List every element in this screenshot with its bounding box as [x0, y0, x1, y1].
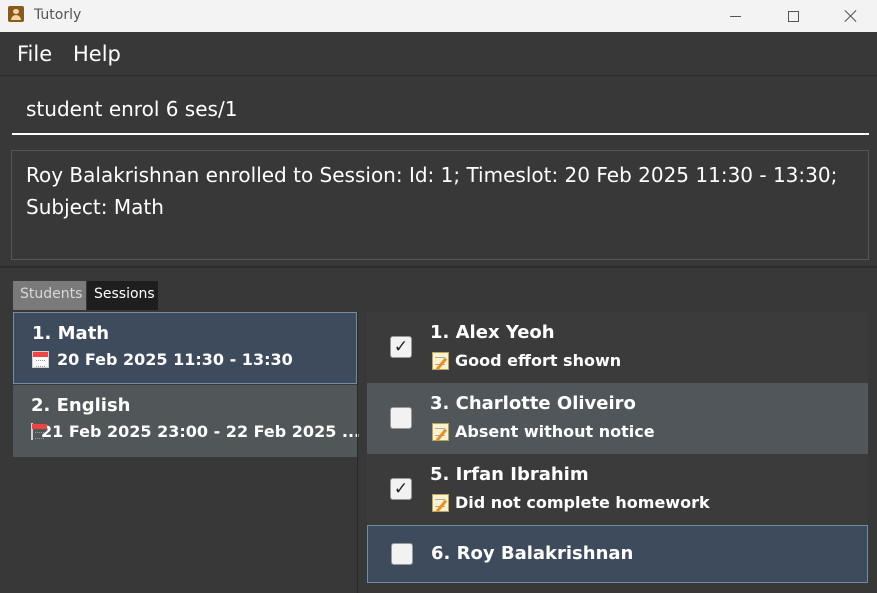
- attendance-note: Absent without notice: [432, 422, 655, 441]
- menu-bar: File Help: [0, 32, 877, 76]
- attendance-note: Did not complete homework: [432, 493, 710, 512]
- panel-separator: [357, 312, 358, 593]
- session-title: 1. Math: [32, 323, 110, 344]
- session-timeslot-text: 21 Feb 2025 23:00 - 22 Feb 2025 ...: [41, 422, 361, 441]
- calendar-icon: [32, 351, 49, 368]
- memo-icon: [432, 351, 449, 370]
- minimize-button[interactable]: [706, 0, 764, 32]
- session-timeslot: 21 Feb 2025 23:00 - 22 Feb 2025 ...: [31, 422, 361, 441]
- attendance-row-charlotte-oliveiro[interactable]: 3. Charlotte Oliveiro Absent without not…: [367, 383, 868, 454]
- window-title: Tutorly: [34, 7, 82, 23]
- minimize-icon: [729, 15, 741, 17]
- menu-help[interactable]: Help: [73, 42, 121, 66]
- command-input[interactable]: [12, 85, 869, 135]
- memo-icon: [432, 493, 449, 512]
- attendance-row-irfan-ibrahim[interactable]: ✓ 5. Irfan Ibrahim Did not complete home…: [367, 454, 868, 525]
- student-name: 5. Irfan Ibrahim: [430, 464, 589, 485]
- attendance-row-alex-yeoh[interactable]: ✓ 1. Alex Yeoh Good effort shown: [367, 312, 868, 383]
- student-name: 1. Alex Yeoh: [430, 322, 555, 343]
- title-bar: Tutorly: [0, 0, 877, 32]
- result-display: Roy Balakrishnan enrolled to Session: Id…: [11, 150, 869, 260]
- menu-file[interactable]: File: [17, 42, 52, 66]
- tab-students[interactable]: Students: [13, 281, 86, 310]
- calendar-icon: [31, 423, 47, 440]
- attendance-checkbox[interactable]: ✓: [390, 478, 412, 500]
- divider: [0, 266, 877, 268]
- attendance-list: ✓ 1. Alex Yeoh Good effort shown 3. Char…: [367, 312, 868, 593]
- maximize-icon: [787, 10, 799, 22]
- attendance-row-roy-balakrishnan[interactable]: 6. Roy Balakrishnan: [367, 525, 868, 583]
- memo-icon: [432, 422, 449, 441]
- student-name: 6. Roy Balakrishnan: [431, 543, 634, 564]
- note-text: Did not complete homework: [455, 493, 710, 512]
- close-button[interactable]: [822, 0, 877, 32]
- session-list: 1. Math 20 Feb 2025 11:30 - 13:30 2. Eng…: [13, 312, 361, 593]
- attendance-checkbox[interactable]: ✓: [390, 336, 412, 358]
- note-text: Absent without notice: [455, 422, 655, 441]
- tab-sessions[interactable]: Sessions: [87, 281, 158, 310]
- attendance-note: Good effort shown: [432, 351, 621, 370]
- session-timeslot: 20 Feb 2025 11:30 - 13:30: [32, 350, 356, 369]
- maximize-button[interactable]: [764, 0, 822, 32]
- command-box: [0, 77, 877, 141]
- note-text: Good effort shown: [455, 351, 622, 370]
- attendance-checkbox[interactable]: [391, 543, 413, 565]
- close-icon: [844, 9, 858, 23]
- session-title: 2. English: [31, 395, 131, 416]
- app-icon: [8, 6, 24, 22]
- student-name: 3. Charlotte Oliveiro: [430, 393, 636, 414]
- attendance-checkbox[interactable]: [390, 407, 412, 429]
- session-card-english[interactable]: 2. English 21 Feb 2025 23:00 - 22 Feb 20…: [13, 385, 361, 457]
- session-card-math[interactable]: 1. Math 20 Feb 2025 11:30 - 13:30: [13, 312, 357, 384]
- session-timeslot-text: 20 Feb 2025 11:30 - 13:30: [57, 350, 293, 369]
